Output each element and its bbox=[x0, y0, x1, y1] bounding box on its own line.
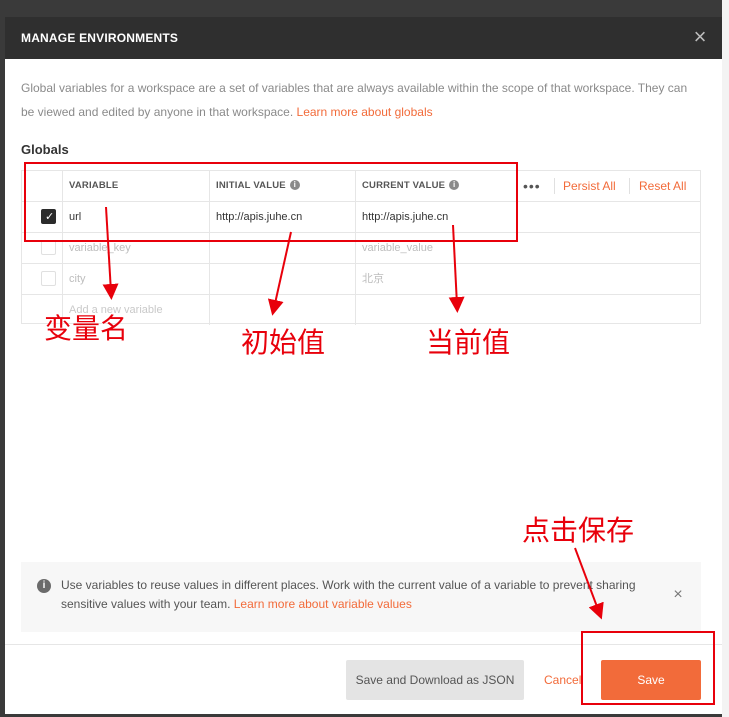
annotation-click-save: 点击保存 bbox=[522, 514, 635, 547]
annotation-arrows bbox=[102, 206, 604, 620]
arrow-click-save bbox=[574, 547, 604, 620]
annotation-current-value: 当前值 bbox=[426, 326, 511, 359]
annotation-initial-value: 初始值 bbox=[241, 326, 326, 359]
arrow-initial-value bbox=[267, 231, 292, 316]
arrow-variable-name bbox=[102, 206, 119, 300]
arrow-current-value bbox=[448, 224, 465, 313]
annotation-variable-name: 变量名 bbox=[44, 312, 129, 345]
